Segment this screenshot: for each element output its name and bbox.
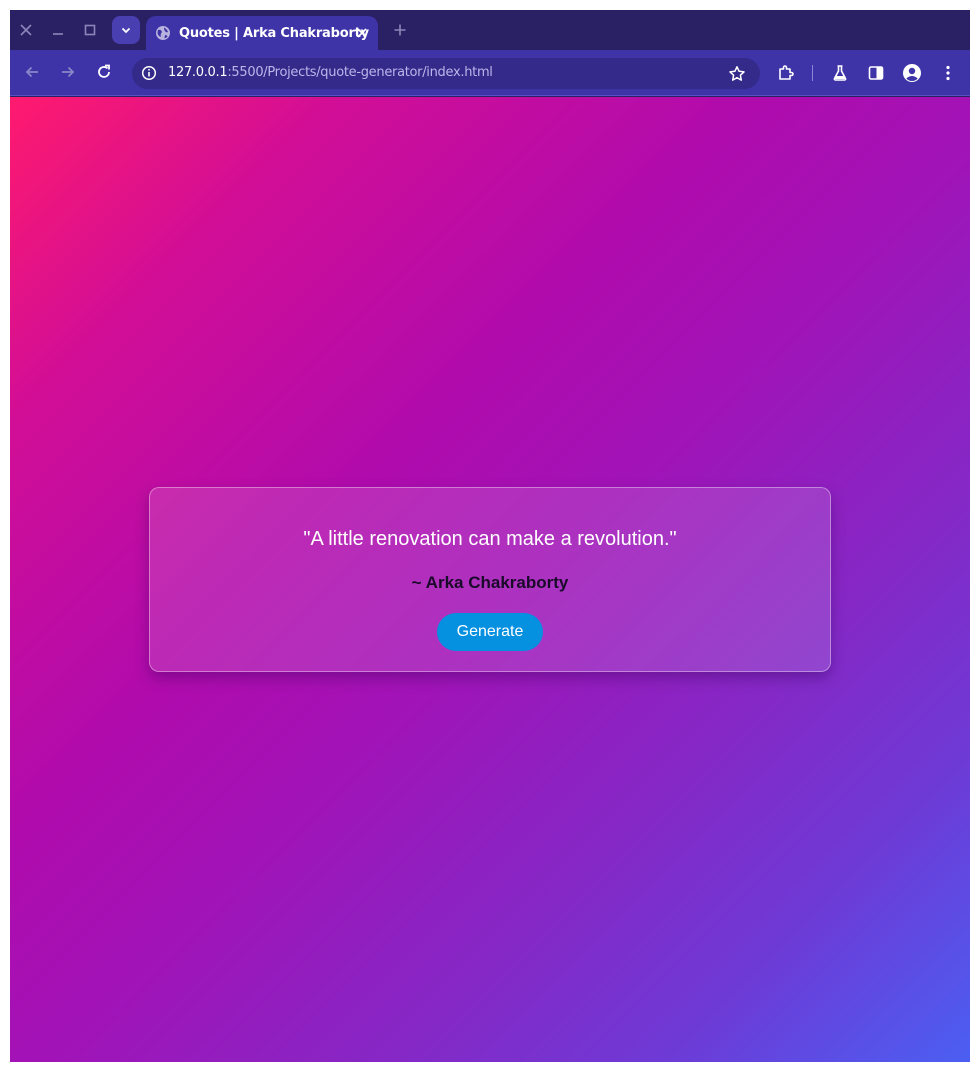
chevron-down-icon — [120, 24, 132, 36]
labs-flask-icon[interactable] — [828, 61, 852, 85]
url-host: 127.0.0.1 — [168, 65, 228, 80]
tab-search-button[interactable] — [112, 16, 140, 44]
close-window-icon[interactable] — [12, 16, 40, 44]
quote-card: "A little renovation can make a revoluti… — [149, 487, 831, 672]
tab-strip: Quotes | Arka Chakraborty — [10, 10, 970, 50]
url-path: :5500/Projects/quote-generator/index.htm… — [227, 65, 493, 80]
profile-avatar-icon[interactable] — [900, 61, 924, 85]
quote-author: ~ Arka Chakraborty — [411, 573, 569, 592]
site-info-icon[interactable] — [138, 62, 160, 84]
forward-icon[interactable] — [54, 58, 82, 86]
new-tab-icon[interactable] — [388, 18, 412, 42]
page-viewport: "A little renovation can make a revoluti… — [10, 97, 970, 1062]
more-menu-icon[interactable] — [936, 61, 960, 85]
active-tab[interactable]: Quotes | Arka Chakraborty — [146, 16, 378, 50]
url-text: 127.0.0.1:5500/Projects/quote-generator/… — [168, 65, 493, 80]
extensions-icon[interactable] — [774, 61, 798, 85]
back-icon[interactable] — [18, 58, 46, 86]
quote-text: "A little renovation can make a revoluti… — [303, 528, 677, 550]
generate-button[interactable]: Generate — [437, 613, 543, 651]
minimize-window-icon[interactable] — [44, 16, 72, 44]
browser-window: Quotes | Arka Chakraborty 127.0.0.1:5500… — [10, 10, 970, 1062]
globe-icon — [155, 25, 171, 41]
side-panel-icon[interactable] — [864, 61, 888, 85]
address-bar[interactable]: 127.0.0.1:5500/Projects/quote-generator/… — [132, 58, 760, 89]
bookmark-star-icon[interactable] — [726, 63, 748, 85]
browser-toolbar: 127.0.0.1:5500/Projects/quote-generator/… — [10, 50, 970, 96]
tab-title: Quotes | Arka Chakraborty — [179, 25, 369, 41]
toolbar-separator — [812, 65, 813, 81]
tab-close-icon[interactable] — [352, 23, 372, 43]
reload-icon[interactable] — [90, 58, 118, 86]
maximize-window-icon[interactable] — [76, 16, 104, 44]
